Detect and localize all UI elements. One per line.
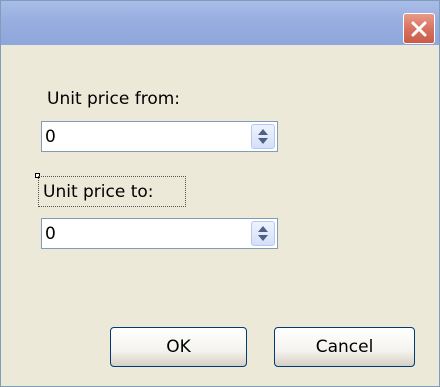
up-down-arrows-icon[interactable] bbox=[251, 124, 275, 149]
cancel-button[interactable]: Cancel bbox=[274, 327, 415, 367]
unit-price-to-spinner[interactable]: 0 bbox=[41, 218, 278, 249]
arrow-up-icon[interactable] bbox=[258, 129, 268, 135]
up-down-arrows-icon[interactable] bbox=[251, 221, 275, 246]
arrow-up-icon[interactable] bbox=[258, 226, 268, 232]
ok-button[interactable]: OK bbox=[110, 327, 247, 367]
unit-price-from-spinner[interactable]: 0 bbox=[41, 121, 278, 152]
close-button[interactable] bbox=[403, 13, 435, 44]
title-bar[interactable] bbox=[1, 1, 439, 45]
price-range-dialog: Unit price from: 0 Unit price to: 0 OK C… bbox=[0, 0, 440, 387]
close-icon bbox=[411, 21, 427, 36]
unit-price-to-label-box[interactable]: Unit price to: bbox=[38, 176, 186, 207]
arrow-down-icon[interactable] bbox=[258, 235, 268, 241]
unit-price-from-label: Unit price from: bbox=[47, 89, 181, 109]
unit-price-to-value[interactable]: 0 bbox=[45, 224, 56, 244]
arrow-down-icon[interactable] bbox=[258, 138, 268, 144]
unit-price-to-label: Unit price to: bbox=[43, 182, 154, 202]
unit-price-from-value[interactable]: 0 bbox=[45, 127, 56, 147]
